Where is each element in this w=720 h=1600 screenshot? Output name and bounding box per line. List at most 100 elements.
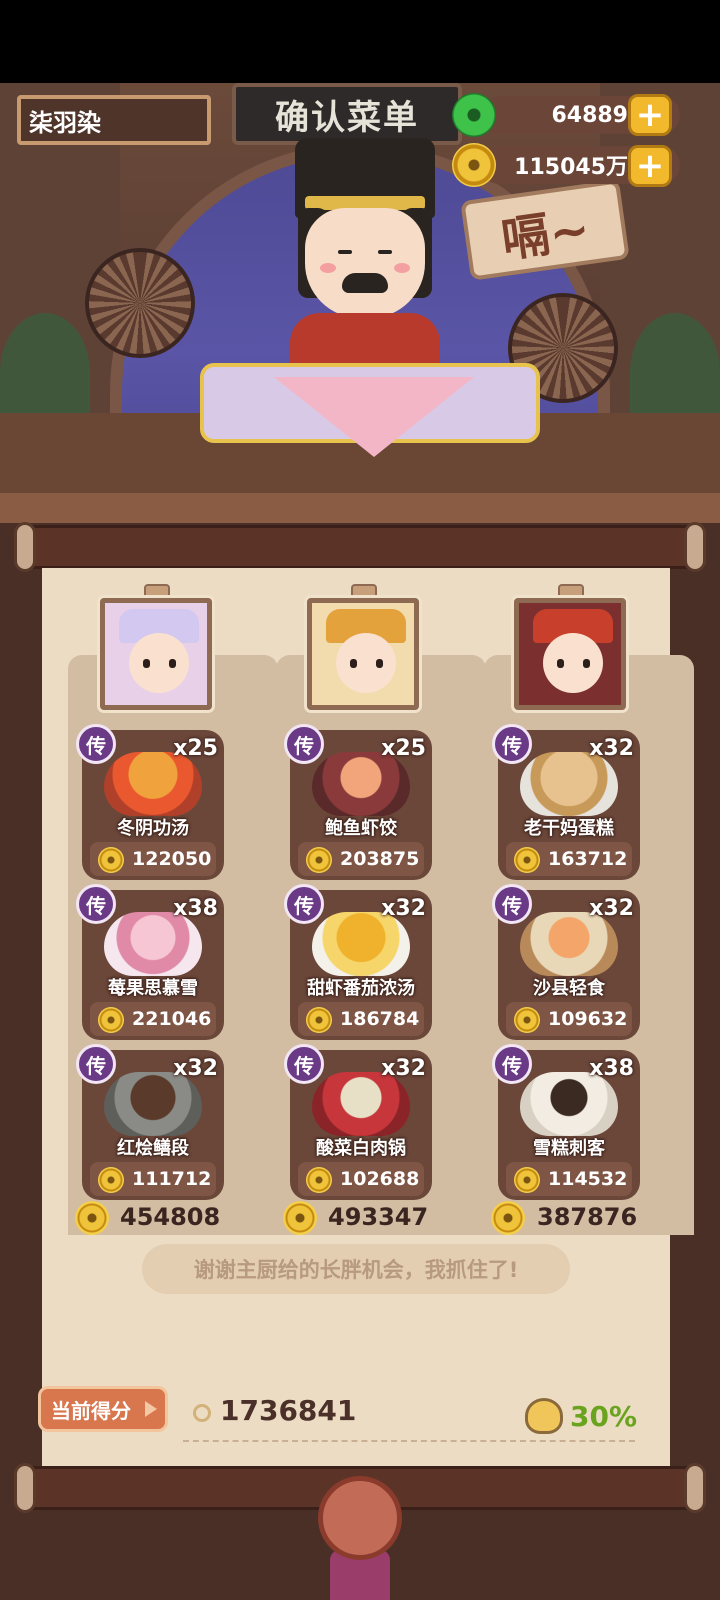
dish-card[interactable]: 传 x32 酸菜白肉锅 102688 (284, 1044, 432, 1200)
coin-icon (452, 143, 496, 187)
add-jade-button[interactable]: + (628, 94, 672, 136)
score-divider (183, 1440, 635, 1442)
dining-table (200, 363, 540, 457)
dish-name: 雪糕刺客 (533, 1138, 605, 1159)
coin-icon (306, 1007, 332, 1033)
dish-score: 122050 (132, 848, 212, 870)
coin-icon (514, 1167, 540, 1193)
customer-message: 谢谢主厨给的长胖机会，我抓住了! (142, 1244, 570, 1294)
game-screen: 确认菜单 嗝~ 柒羽染 64889 + 115045万 + 传 x25 冬阴功汤… (0, 0, 720, 1600)
scroll-rod-top (20, 525, 700, 569)
customer-emperor (280, 138, 450, 393)
dish-name: 鲍鱼虾饺 (325, 818, 397, 839)
chef-eye (143, 659, 150, 668)
dish-score: 163712 (548, 848, 628, 870)
coin-icon (306, 847, 332, 873)
column-total-2: 493347 (328, 1203, 429, 1231)
dish-name: 冬阴功汤 (117, 818, 189, 839)
dish-name: 红烩鳝段 (117, 1138, 189, 1159)
dish-card[interactable]: 传 x25 冬阴功汤 122050 (76, 724, 224, 880)
dish-score: 203875 (340, 848, 420, 870)
dish-quantity: x32 (589, 896, 634, 921)
legend-badge: 传 (492, 1044, 532, 1084)
coin-amount: 115045万 (514, 155, 628, 180)
coin-icon (98, 1167, 124, 1193)
dish-score: 221046 (132, 1008, 212, 1030)
dish-quantity: x38 (589, 1056, 634, 1081)
dish-name: 老干妈蛋糕 (524, 818, 614, 839)
dish-card[interactable]: 传 x32 沙县轻食 109632 (492, 884, 640, 1040)
dish-quantity: x25 (173, 736, 218, 761)
dish-score: 186784 (340, 1008, 420, 1030)
menu-confirm-sign: 确认菜单 (232, 83, 462, 145)
burp-text: 嗝~ (498, 201, 594, 269)
dish-quantity: x32 (381, 1056, 426, 1081)
chef-eye (583, 659, 590, 668)
dish-hotpot-icon (312, 1072, 410, 1136)
column-total-1: 454808 (120, 1203, 221, 1231)
dish-name: 沙县轻食 (533, 978, 605, 999)
dish-soup-icon (104, 752, 202, 816)
dish-quantity: x32 (381, 896, 426, 921)
jade-amount: 64889 (551, 102, 628, 128)
player-name: 柒羽染 (29, 108, 101, 137)
current-score-label: 当前得分 (51, 1398, 131, 1423)
dish-quantity: x32 (589, 736, 634, 761)
dish-smoothie-icon (104, 912, 202, 976)
coin-icon (98, 847, 124, 873)
dish-card[interactable]: 传 x25 鲍鱼虾饺 203875 (284, 724, 432, 880)
chef-portrait-2[interactable] (307, 598, 419, 710)
current-score-value: 1736841 (220, 1394, 357, 1427)
dish-pot-icon (104, 1072, 202, 1136)
dish-card[interactable]: 传 x32 甜虾番茄浓汤 186784 (284, 884, 432, 1040)
dish-snacks-icon (520, 912, 618, 976)
legend-badge: 传 (76, 884, 116, 924)
emperor-cheek-left (320, 263, 336, 273)
dish-tomato-soup-icon (312, 912, 410, 976)
legend-badge: 传 (492, 724, 532, 764)
fan-left-icon (85, 248, 195, 358)
chef-face (129, 633, 189, 693)
dish-quantity: x38 (173, 896, 218, 921)
legend-badge: 传 (284, 1044, 324, 1084)
current-score-tag: 当前得分 (38, 1386, 168, 1432)
customer-message-text: 谢谢主厨给的长胖机会，我抓住了! (193, 1258, 519, 1282)
arrow-right-icon (145, 1401, 157, 1417)
add-coins-button[interactable]: + (628, 145, 672, 187)
rod-end-top-left (14, 522, 36, 572)
coin-icon (514, 1007, 540, 1033)
dish-name: 甜虾番茄浓汤 (307, 978, 415, 999)
chef-face (336, 633, 396, 693)
rod-end-bottom-left (14, 1463, 36, 1513)
legend-badge: 传 (76, 1044, 116, 1084)
dish-card[interactable]: 传 x38 雪糕刺客 114532 (492, 1044, 640, 1200)
legend-badge: 传 (492, 884, 532, 924)
chef-face (543, 633, 603, 693)
column-total-3: 387876 (537, 1203, 638, 1231)
dish-icecream-icon (520, 1072, 618, 1136)
coin-icon (75, 1201, 109, 1235)
dish-score: 111712 (132, 1168, 212, 1190)
chef-eye (350, 659, 357, 668)
dish-quantity: x25 (381, 736, 426, 761)
chef-portrait-3[interactable] (514, 598, 626, 710)
dish-cake-icon (520, 752, 618, 816)
bonus-percent: 30% (570, 1400, 638, 1433)
chinese-knot-icon (318, 1476, 402, 1560)
dish-card[interactable]: 传 x38 莓果思慕雪 221046 (76, 884, 224, 1040)
emperor-eye-right (378, 250, 392, 254)
dish-dumpling-icon (312, 752, 410, 816)
coin-icon (514, 847, 540, 873)
coin-outline-icon (193, 1404, 211, 1422)
chef-eye (169, 659, 176, 668)
rod-end-bottom-right (684, 1463, 706, 1513)
legend-badge: 传 (284, 724, 324, 764)
player-name-box: 柒羽染 (17, 95, 211, 145)
dish-card[interactable]: 传 x32 老干妈蛋糕 163712 (492, 724, 640, 880)
dish-card[interactable]: 传 x32 红烩鳝段 111712 (76, 1044, 224, 1200)
coin-icon (283, 1201, 317, 1235)
dish-score: 114532 (548, 1168, 628, 1190)
dish-name: 酸菜白肉锅 (316, 1138, 406, 1159)
menu-confirm-title: 确认菜单 (275, 97, 419, 138)
chef-portrait-1[interactable] (100, 598, 212, 710)
